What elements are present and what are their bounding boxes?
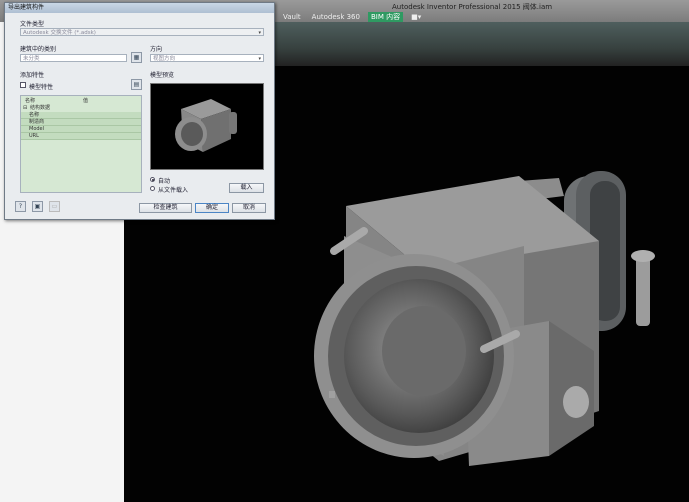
help-button[interactable]: ? xyxy=(15,201,26,212)
radio-auto-label: 自动 xyxy=(158,178,171,185)
chevron-down-icon: ▾ xyxy=(258,56,261,62)
table-icon: ▤ xyxy=(133,81,140,88)
save-template-button[interactable]: ▭ xyxy=(49,201,60,212)
model-preview xyxy=(150,83,264,170)
column-name-header: 名称 xyxy=(25,98,36,104)
ribbon-options-dropdown[interactable]: ■▾ xyxy=(408,12,424,22)
row-name: URL xyxy=(29,133,39,139)
tab-bim-content[interactable]: BIM 内容 xyxy=(367,12,404,22)
window-title: Autodesk Inventor Professional 2015 阀体.i… xyxy=(392,3,553,11)
check-building-button[interactable]: 检查建筑 xyxy=(139,203,192,213)
file-type-value: Autodesk 交换文件 (*.adsk) xyxy=(23,30,96,36)
table-row[interactable]: 名称 xyxy=(21,112,141,119)
table-row[interactable]: 制造商 xyxy=(21,119,141,126)
file-type-label: 文件类型 xyxy=(20,21,45,28)
open-template-button[interactable]: ▣ xyxy=(32,201,43,212)
table-row[interactable]: URL xyxy=(21,133,141,140)
export-building-components-dialog: 导出建筑构件 文件类型 Autodesk 交换文件 (*.adsk) ▾ 建筑中… xyxy=(4,2,275,220)
collapse-icon[interactable]: ⊟ xyxy=(23,105,27,111)
folder-icon: ▣ xyxy=(34,203,41,210)
table-header: 名称 值 xyxy=(21,98,141,104)
add-property-button[interactable]: ▤ xyxy=(131,79,142,90)
tab-autodesk-360[interactable]: Autodesk 360 xyxy=(309,12,363,22)
row-name: Model xyxy=(29,126,45,132)
preview-model-thumbnail xyxy=(175,99,237,152)
cancel-button[interactable]: 取消 xyxy=(232,203,266,213)
category-field[interactable]: 未分类 xyxy=(20,54,127,62)
load-preview-button[interactable]: 载入 xyxy=(229,183,264,193)
model-props-checkbox[interactable] xyxy=(20,82,26,88)
category-label: 建筑中的类别 xyxy=(20,46,57,53)
properties-table[interactable]: 名称 值 ⊟ 结构数据 名称 制造商 Model URL xyxy=(20,95,142,193)
table-group-row[interactable]: ⊟ 结构数据 xyxy=(21,105,141,111)
direction-label: 方向 xyxy=(150,46,163,53)
save-icon: ▭ xyxy=(51,203,58,210)
model-props-label: 模型特性 xyxy=(29,84,54,91)
ok-button[interactable]: 确定 xyxy=(195,203,229,213)
add-props-label: 添加特性 xyxy=(20,72,45,79)
radio-from-file-label: 从文件载入 xyxy=(158,187,189,194)
ribbon-tabs: Vault Autodesk 360 BIM 内容 ■▾ xyxy=(280,12,424,22)
direction-value: 视图方向 xyxy=(153,56,176,62)
preview-label: 模型预览 xyxy=(150,72,175,79)
file-type-select[interactable]: Autodesk 交换文件 (*.adsk) ▾ xyxy=(20,28,264,36)
dialog-title: 导出建筑构件 xyxy=(5,3,274,13)
help-icon: ? xyxy=(18,203,23,210)
row-name: 名称 xyxy=(29,112,40,118)
chevron-down-icon: ▾ xyxy=(258,30,261,36)
column-value-header: 值 xyxy=(83,98,89,104)
tab-vault[interactable]: Vault xyxy=(280,12,304,22)
grid-icon: ▦ xyxy=(133,54,140,61)
row-name: 制造商 xyxy=(29,119,45,125)
table-row[interactable]: Model xyxy=(21,126,141,133)
category-value: 未分类 xyxy=(23,56,40,62)
radio-from-file[interactable] xyxy=(150,186,155,191)
category-picker-button[interactable]: ▦ xyxy=(131,52,142,63)
group-label: 结构数据 xyxy=(30,105,51,111)
radio-auto[interactable] xyxy=(150,177,155,182)
direction-select[interactable]: 视图方向 ▾ xyxy=(150,54,264,62)
